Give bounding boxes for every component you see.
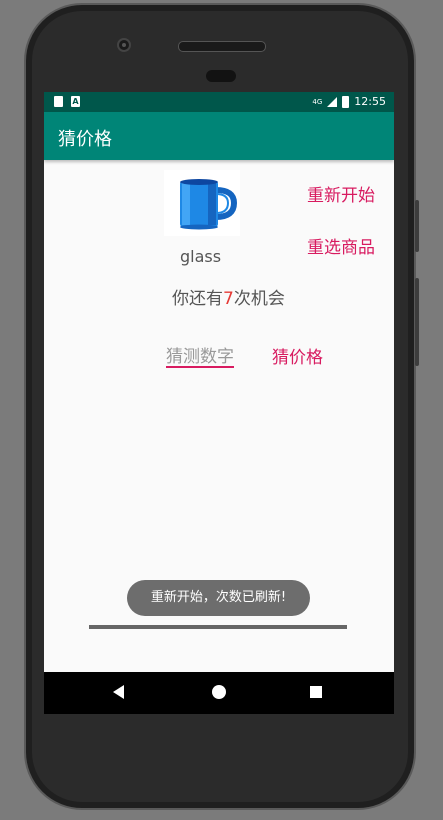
- app-bar: 猜价格: [44, 112, 394, 160]
- chances-count: 7: [223, 289, 234, 309]
- clock: 12:55: [354, 95, 386, 108]
- navigation-bar: [44, 672, 394, 714]
- chances-prefix: 你还有: [172, 289, 223, 309]
- reselect-product-button[interactable]: 重选商品: [307, 233, 375, 258]
- product-image: [164, 170, 240, 236]
- status-bar: A 4G 12:55: [44, 92, 394, 112]
- guess-price-button[interactable]: 猜价格: [272, 343, 323, 368]
- scrollbar[interactable]: [89, 625, 347, 629]
- front-camera: [117, 38, 131, 52]
- battery-icon: [342, 95, 350, 108]
- back-icon[interactable]: [113, 685, 124, 699]
- toast-message: 重新开始，次数已刷新!: [150, 590, 287, 605]
- blue-mug-icon: [180, 179, 238, 230]
- volume-button[interactable]: [415, 278, 419, 366]
- restart-button[interactable]: 重新开始: [307, 181, 375, 206]
- guess-input-placeholder: 猜测数字: [166, 347, 234, 367]
- sd-card-icon: [54, 96, 63, 107]
- product-name: glass: [180, 247, 222, 266]
- home-icon[interactable]: [212, 685, 226, 699]
- proximity-sensor: [206, 70, 236, 82]
- chances-text: 你还有7次机会: [172, 284, 285, 309]
- chances-suffix: 次机会: [233, 289, 285, 309]
- signal-icon: [327, 96, 338, 107]
- app-title: 猜价格: [58, 129, 112, 150]
- earpiece-speaker: [178, 41, 266, 52]
- toast: 重新开始，次数已刷新!: [127, 580, 310, 616]
- power-button[interactable]: [415, 200, 419, 252]
- notification-a-icon: A: [71, 96, 80, 107]
- guess-input[interactable]: 猜测数字: [166, 342, 234, 368]
- recents-icon[interactable]: [310, 686, 322, 698]
- screen: A 4G 12:55 猜价格 glass 你还有7次机会 重新开始 重选商品 猜…: [44, 92, 394, 714]
- network-type: 4G: [312, 97, 323, 106]
